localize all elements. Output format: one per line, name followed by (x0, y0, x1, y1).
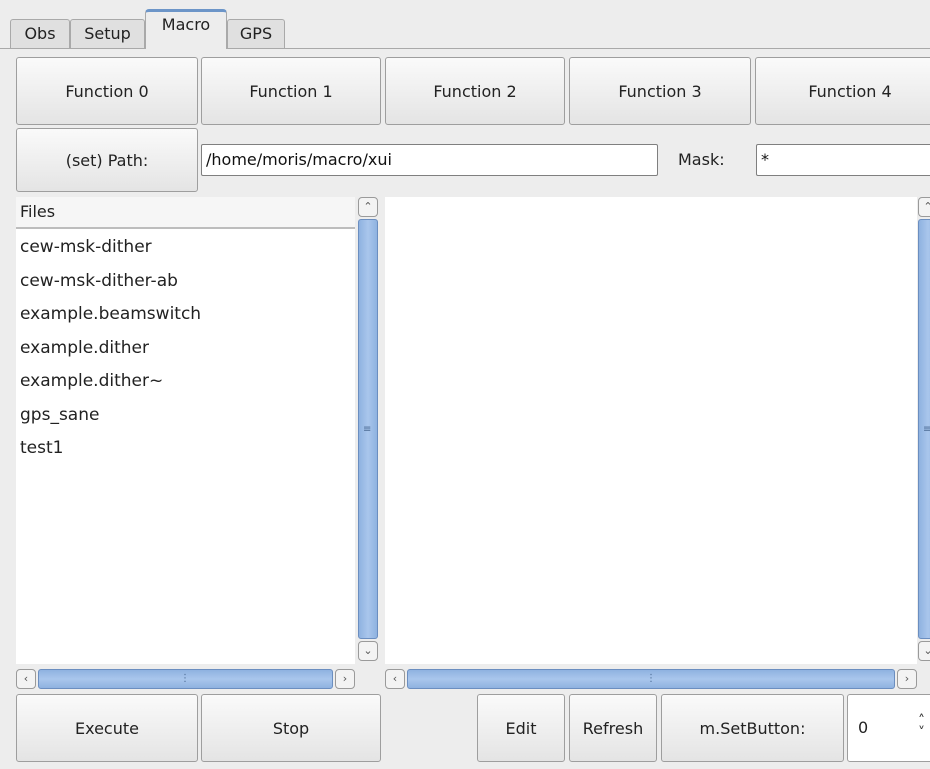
file-item[interactable]: cew-msk-dither (20, 236, 152, 258)
refresh-button[interactable]: Refresh (569, 694, 657, 762)
file-item[interactable]: test1 (20, 437, 63, 459)
file-item[interactable]: cew-msk-dither-ab (20, 270, 178, 292)
function-0-button[interactable]: Function 0 (16, 57, 198, 125)
files-list[interactable]: Files cew-msk-dither cew-msk-dither-ab e… (16, 197, 355, 664)
scroll-thumb[interactable]: ≡ (358, 219, 378, 639)
scroll-thumb[interactable]: ≡ (918, 219, 930, 639)
function-3-button[interactable]: Function 3 (569, 57, 751, 125)
edit-button[interactable]: Edit (477, 694, 565, 762)
file-item[interactable]: example.beamswitch (20, 303, 201, 325)
grip-icon: ⋮ (180, 673, 190, 684)
mask-input[interactable]: * (756, 144, 930, 176)
scroll-thumb[interactable]: ⋮ (407, 669, 895, 689)
execute-button[interactable]: Execute (16, 694, 198, 762)
function-1-button[interactable]: Function 1 (201, 57, 381, 125)
grip-icon: ≡ (363, 424, 372, 435)
function-4-button[interactable]: Function 4 (755, 57, 930, 125)
chevron-down-icon[interactable]: ⌄ (358, 641, 378, 661)
chevron-left-icon[interactable]: ‹ (385, 669, 405, 689)
set-path-button[interactable]: (set) Path: (16, 128, 198, 192)
chevron-right-icon[interactable]: › (897, 669, 917, 689)
tab-bar: Obs Setup Macro GPS (0, 0, 930, 49)
function-2-button[interactable]: Function 2 (385, 57, 565, 125)
grip-icon: ≡ (923, 424, 930, 435)
content-horizontal-scrollbar[interactable]: ‹ ⋮ › (385, 668, 917, 690)
tab-obs[interactable]: Obs (10, 19, 70, 48)
chevron-up-icon[interactable]: ⌃ (358, 197, 378, 217)
grip-icon: ⋮ (646, 673, 656, 684)
chevron-down-icon[interactable]: ⌄ (918, 641, 930, 661)
chevron-up-icon[interactable]: ⌃ (918, 197, 930, 217)
mask-label: Mask: (678, 150, 725, 169)
stop-button[interactable]: Stop (201, 694, 381, 762)
file-item[interactable]: example.dither~ (20, 370, 163, 392)
chevron-left-icon[interactable]: ‹ (16, 669, 36, 689)
chevron-right-icon[interactable]: › (335, 669, 355, 689)
file-item[interactable]: example.dither (20, 337, 149, 359)
macro-content-area[interactable] (385, 197, 917, 664)
files-horizontal-scrollbar[interactable]: ‹ ⋮ › (16, 668, 355, 690)
set-button-spinner[interactable]: 0 ˄ ˅ (847, 694, 930, 762)
tab-divider (0, 48, 930, 49)
spinner-icon[interactable]: ˄ ˅ (918, 714, 925, 740)
tab-setup[interactable]: Setup (70, 19, 145, 48)
content-vertical-scrollbar[interactable]: ⌃ ≡ ⌄ (917, 197, 930, 664)
spinner-value[interactable]: 0 (858, 718, 868, 737)
tab-gps[interactable]: GPS (227, 19, 285, 48)
set-button-button[interactable]: m.SetButton: (661, 694, 844, 762)
file-item[interactable]: gps_sane (20, 404, 99, 426)
path-input[interactable]: /home/moris/macro/xui (201, 144, 658, 176)
files-header[interactable]: Files (16, 197, 355, 229)
tab-macro[interactable]: Macro (145, 9, 227, 49)
scroll-thumb[interactable]: ⋮ (38, 669, 333, 689)
files-vertical-scrollbar[interactable]: ⌃ ≡ ⌄ (357, 197, 379, 664)
